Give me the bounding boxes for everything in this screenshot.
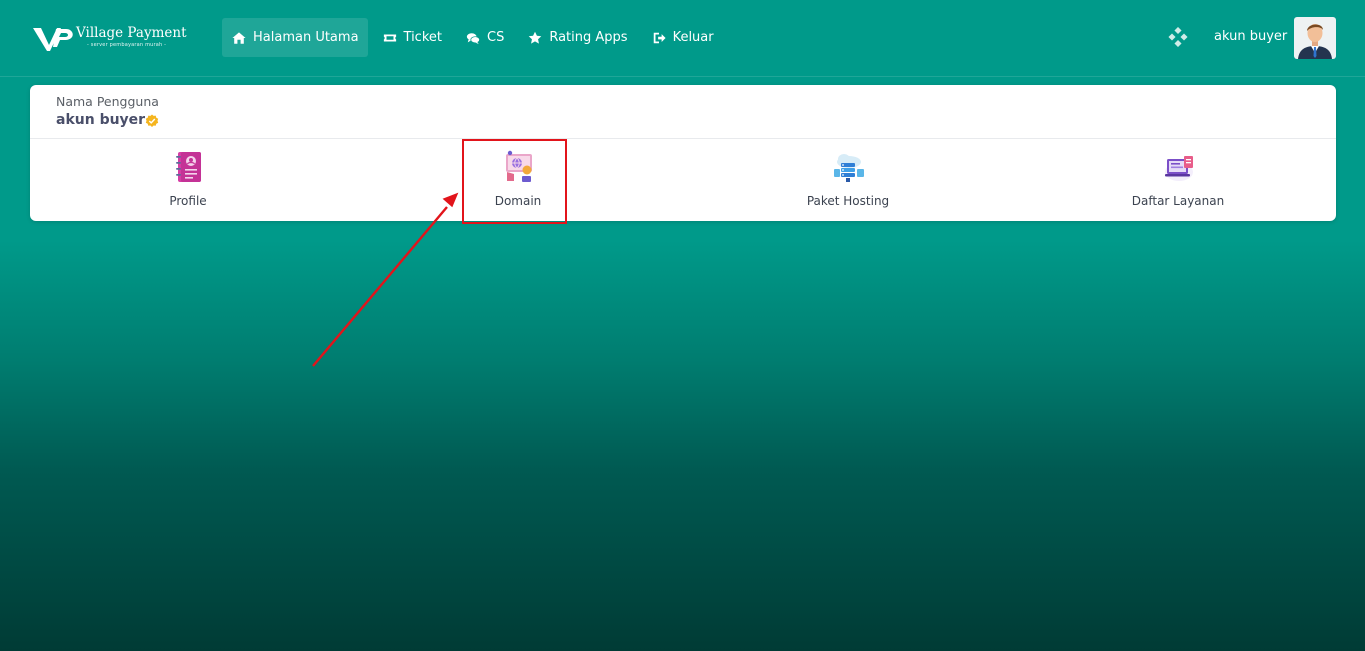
menu-item-domain[interactable]: Domain <box>418 139 618 221</box>
avatar[interactable] <box>1294 17 1336 59</box>
star-icon <box>529 31 542 44</box>
user-avatar-icon <box>1298 24 1332 59</box>
logout-icon <box>653 32 666 43</box>
nav-item-rating-apps[interactable]: Rating Apps <box>518 18 636 57</box>
menu-label-domain: Domain <box>494 194 542 208</box>
main-nav: Halaman Utama Ticket CS Rating Apps Kelu… <box>222 18 728 57</box>
nav-label: Keluar <box>672 30 714 45</box>
ticket-icon <box>383 34 396 41</box>
card-header: Nama Pengguna akun buyer <box>30 85 1336 139</box>
header-user-name[interactable]: akun buyer <box>1214 29 1287 44</box>
profile-book-icon <box>176 152 201 182</box>
menu-item-daftar-layanan[interactable]: Daftar Layanan <box>1078 139 1278 221</box>
menu-label-paket-hosting: Paket Hosting <box>806 194 890 208</box>
nav-label: CS <box>487 30 505 45</box>
nav-label: Halaman Utama <box>253 30 359 45</box>
nav-item-ticket[interactable]: Ticket <box>373 18 451 57</box>
menu-item-paket-hosting[interactable]: Paket Hosting <box>748 139 948 221</box>
nav-label: Ticket <box>403 30 442 45</box>
chat-icon <box>466 32 480 44</box>
service-list-icon <box>1165 156 1193 181</box>
username-label: Nama Pengguna <box>56 94 159 109</box>
nav-item-keluar[interactable]: Keluar <box>642 18 723 57</box>
menu-label-profile: Profile <box>169 194 207 208</box>
verified-badge-icon <box>145 114 159 127</box>
nav-item-halaman-utama[interactable]: Halaman Utama <box>222 18 368 57</box>
brand-tagline: - server pembayaran murah - <box>87 42 167 48</box>
menu-item-profile[interactable]: Profile <box>88 139 288 221</box>
menu-label-daftar-layanan: Daftar Layanan <box>1131 194 1225 208</box>
home-icon <box>232 31 246 44</box>
user-info-card: Nama Pengguna akun buyer Profile Domain … <box>30 85 1336 221</box>
nav-item-cs[interactable]: CS <box>456 18 513 57</box>
domain-icon <box>506 150 532 182</box>
apps-grid-icon[interactable] <box>1168 27 1188 47</box>
username-value: akun buyer <box>56 112 146 128</box>
brand-name: Village Payment <box>76 25 187 41</box>
top-navbar: Village Payment - server pembayaran mura… <box>0 0 1365 77</box>
brand-logo[interactable]: Village Payment - server pembayaran mura… <box>32 23 187 53</box>
hosting-icon <box>834 154 864 182</box>
nav-label: Rating Apps <box>549 30 628 45</box>
vp-logo-icon <box>33 28 73 51</box>
